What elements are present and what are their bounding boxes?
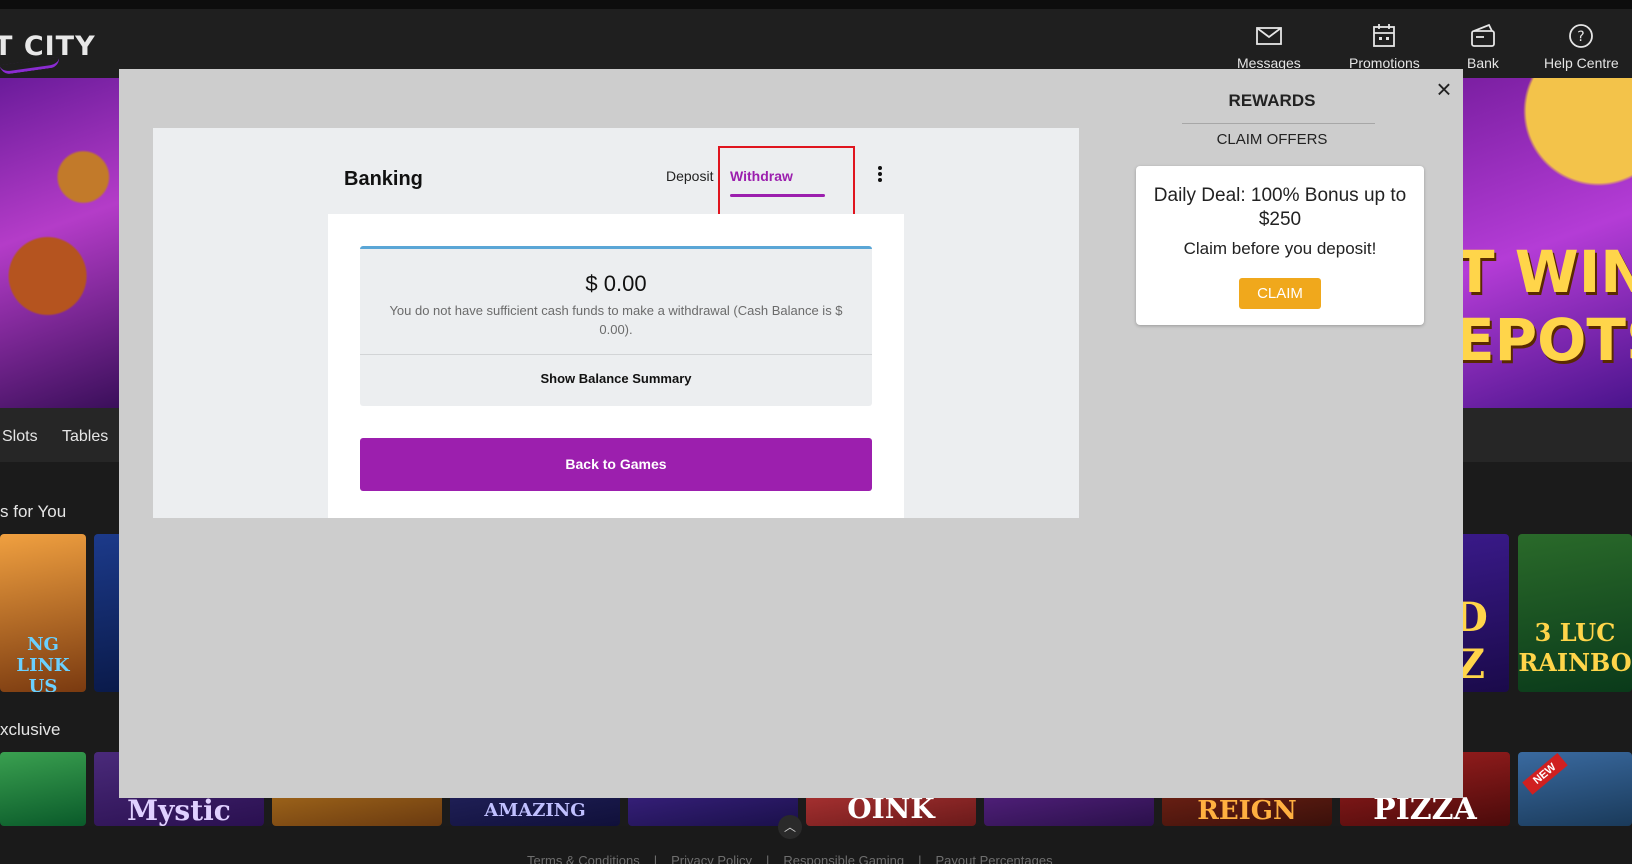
chevron-up-icon: ︿ [783, 820, 796, 834]
svg-text:?: ? [1578, 29, 1585, 45]
nav-bank-label: Bank [1467, 55, 1499, 71]
more-options-icon[interactable] [875, 166, 885, 186]
nav-promotions[interactable]: Promotions [1349, 23, 1420, 71]
calendar-icon [1373, 24, 1396, 47]
back-to-games-button[interactable]: Back to Games [360, 438, 872, 491]
close-icon[interactable]: × [1432, 76, 1456, 102]
nav-help-centre-label: Help Centre [1544, 55, 1619, 71]
footer-separator: | [653, 853, 658, 864]
hero-banner-left[interactable] [0, 78, 119, 408]
game-tile-title: 3 LUC RAINBO [1518, 618, 1632, 677]
game-tile[interactable]: 3 LUC RAINBO [1518, 534, 1632, 692]
balance-message: You do not have sufficient cash funds to… [389, 303, 843, 337]
game-tile-title: AMAZING [484, 800, 586, 821]
offer-subtitle: Claim before you deposit! [1183, 239, 1377, 258]
offer-card: Daily Deal: 100% Bonus up to $250 Claim … [1136, 166, 1424, 325]
footer-links: Terms & Conditions | Privacy Policy | Respon… [520, 853, 1060, 864]
hero-banner-right[interactable]: T WIN EPOTS [1463, 78, 1632, 408]
rewards-title: REWARDS [1228, 91, 1316, 110]
footer-link-payout[interactable]: Payout Percentages [936, 853, 1053, 864]
claim-button[interactable]: CLAIM [1239, 278, 1321, 309]
nav-bank[interactable]: Bank [1467, 23, 1499, 71]
offer-title: Daily Deal: 100% Bonus up to $250 [1153, 185, 1407, 230]
category-slots[interactable]: Slots [2, 428, 38, 446]
nav-help-centre[interactable]: ? Help Centre [1544, 23, 1619, 71]
show-balance-summary-button[interactable]: Show Balance Summary [360, 371, 872, 386]
hero-banner-text: T WIN EPOTS [1463, 238, 1632, 374]
footer-link-responsible-gaming[interactable]: Responsible Gaming [783, 853, 904, 864]
withdraw-card: $ 0.00 You do not have sufficient cash f… [328, 214, 904, 518]
game-tile[interactable] [0, 752, 86, 826]
banking-modal: × Banking Deposit Withdraw $ 0.00 You do… [119, 69, 1463, 798]
question-circle-icon: ? [1569, 24, 1594, 48]
banking-panel: Banking Deposit Withdraw $ 0.00 You do n… [153, 128, 1079, 518]
balance-box: $ 0.00 You do not have sufficient cash f… [360, 246, 872, 406]
wallet-icon [1471, 23, 1495, 47]
game-tile-title: NG LINK US [16, 634, 70, 692]
site-header: T CITY Messages Promotions Bank ? Help C… [0, 9, 1632, 78]
footer-separator: | [918, 853, 922, 864]
section-title-exclusive: xclusive [0, 720, 61, 739]
banking-title: Banking [344, 168, 423, 190]
divider [1182, 123, 1375, 124]
game-tile-title: Mystic [127, 794, 231, 826]
nav-messages[interactable]: Messages [1237, 23, 1301, 71]
balance-amount: $ 0.00 [585, 271, 647, 296]
divider [360, 354, 872, 355]
category-tables[interactable]: Tables [62, 428, 108, 446]
top-strip [0, 0, 1632, 9]
tab-deposit[interactable]: Deposit [666, 168, 713, 184]
footer-separator: | [766, 853, 770, 864]
scroll-up-button[interactable]: ︿ [778, 815, 802, 839]
footer-link-terms[interactable]: Terms & Conditions [527, 853, 640, 864]
footer-link-privacy[interactable]: Privacy Policy [671, 853, 752, 864]
new-badge: NEW [1522, 753, 1568, 795]
claim-offers-label: CLAIM OFFERS [1216, 131, 1328, 148]
game-tile-title: REIGN [1197, 796, 1297, 826]
game-tile[interactable]: NEW [1518, 752, 1632, 826]
game-tile[interactable]: NG LINK US [0, 534, 86, 692]
section-title-for-you: s for You [0, 502, 67, 521]
envelope-icon [1256, 27, 1282, 45]
